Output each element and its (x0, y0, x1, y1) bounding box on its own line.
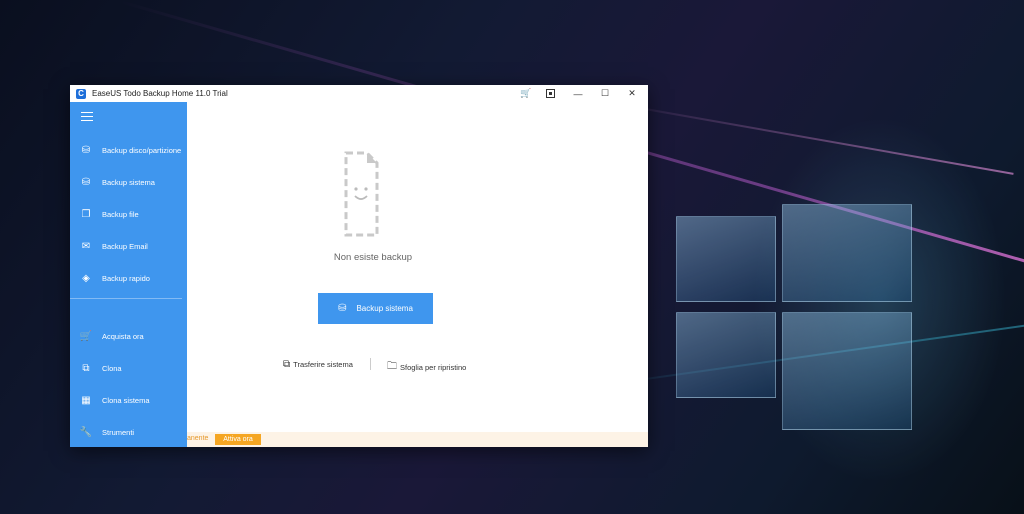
window-icon[interactable] (540, 85, 560, 102)
sidebar-item-label: Backup file (102, 209, 139, 219)
button-label: Backup sistema (356, 304, 413, 313)
sidebar-item-label: Strumenti (102, 427, 135, 437)
sidebar: ⛁ Backup disco/partizione ⛁ Backup siste… (70, 102, 187, 447)
disk-backup-icon: ⛁ (81, 144, 91, 156)
system-backup-icon: ⛁ (81, 176, 91, 188)
sidebar-item-buy-now[interactable]: 🛒 Acquista ora (70, 325, 187, 347)
sidebar-item-clone[interactable]: ⧉ Clona (70, 357, 187, 379)
quick-backup-icon: ◈ (82, 272, 90, 284)
sidebar-item-disk-backup[interactable]: ⛁ Backup disco/partizione (70, 139, 187, 161)
sidebar-item-email-backup[interactable]: ✉ Backup Email (70, 235, 187, 257)
empty-document-icon (344, 151, 379, 237)
clone-system-icon: ▦ (81, 394, 91, 406)
tools-icon: 🔧 (79, 426, 93, 438)
maximize-button[interactable]: ☐ (595, 85, 615, 102)
main-content: Non esiste backup ⛁ Backup sistema ⧉ Tra… (187, 102, 648, 447)
sidebar-item-label: Clona sistema (102, 395, 150, 405)
app-window: C EaseUS Todo Backup Home 11.0 Trial 🛒 —… (70, 85, 648, 447)
sidebar-item-label: Backup sistema (102, 177, 155, 187)
sidebar-divider (70, 298, 182, 299)
sidebar-item-label: Acquista ora (102, 331, 144, 341)
sidebar-item-label: Backup disco/partizione (102, 145, 182, 155)
windows-wallpaper-logo (676, 196, 912, 432)
sidebar-item-system-backup[interactable]: ⛁ Backup sistema (70, 171, 187, 193)
sidebar-item-quick-backup[interactable]: ◈ Backup rapido (70, 267, 187, 289)
trial-status-text: anente (187, 435, 209, 442)
hamburger-icon[interactable] (81, 112, 93, 122)
sidebar-item-file-backup[interactable]: ❐ Backup file (70, 203, 187, 225)
link-divider (370, 358, 371, 370)
email-backup-icon: ✉ (81, 240, 91, 252)
sidebar-item-label: Clona (102, 363, 122, 373)
window-title: EaseUS Todo Backup Home 11.0 Trial (92, 89, 228, 98)
empty-state-message: Non esiste backup (333, 252, 413, 263)
trial-status-bar: anente Attiva ora (187, 432, 648, 447)
transfer-system-link[interactable]: ⧉ Trasferire sistema (283, 359, 353, 370)
folder-icon: 🗀 (387, 361, 397, 372)
wallpaper-light-beam (599, 100, 1014, 175)
sidebar-item-tools[interactable]: 🔧 Strumenti (70, 421, 187, 443)
title-bar[interactable]: C EaseUS Todo Backup Home 11.0 Trial 🛒 —… (70, 85, 648, 102)
backup-system-button[interactable]: ⛁ Backup sistema (318, 293, 433, 324)
sidebar-item-label: Backup Email (102, 241, 148, 251)
minimize-button[interactable]: — (568, 85, 588, 102)
link-label: Trasferire sistema (293, 360, 353, 369)
clone-icon: ⧉ (82, 362, 90, 374)
file-backup-icon: ❐ (81, 208, 91, 220)
system-backup-icon: ⛁ (338, 303, 347, 314)
sidebar-item-label: Backup rapido (102, 273, 150, 283)
sidebar-item-clone-system[interactable]: ▦ Clona sistema (70, 389, 187, 411)
app-logo-icon: C (76, 88, 86, 99)
cart-icon: 🛒 (79, 330, 93, 342)
transfer-icon: ⧉ (283, 359, 291, 370)
activate-now-button[interactable]: Attiva ora (215, 434, 261, 445)
link-label: Sfoglia per ripristino (400, 363, 467, 372)
buy-cart-icon[interactable]: 🛒 (516, 85, 536, 102)
close-button[interactable]: ✕ (622, 85, 642, 102)
browse-restore-link[interactable]: 🗀 Sfoglia per ripristino (387, 359, 466, 376)
